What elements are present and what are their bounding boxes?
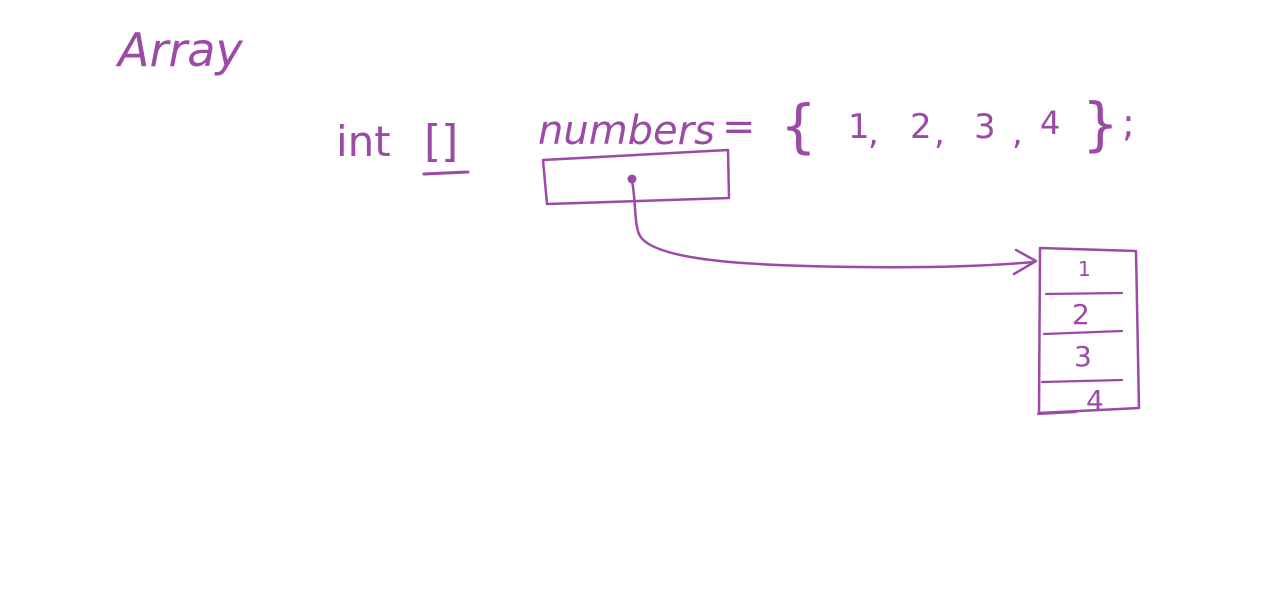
- close-brace: }: [1082, 90, 1119, 158]
- literal-value-4: 4: [1040, 104, 1060, 142]
- array-diagram: Array int [] numbers = { 1 , 2 , 3 , 4 }…: [115, 23, 1141, 417]
- array-cell-4: 4: [1086, 384, 1104, 417]
- heading-text: Array: [115, 23, 243, 77]
- cell-divider: [1040, 378, 1124, 384]
- semicolon: ;: [1122, 101, 1135, 145]
- open-brace: {: [780, 92, 817, 160]
- array-cell-2: 2: [1072, 298, 1090, 331]
- brackets-underline: [422, 170, 470, 176]
- assign-operator: =: [722, 104, 756, 150]
- array-brackets: []: [424, 116, 458, 167]
- literal-value-2: 2: [910, 107, 932, 147]
- variable-name: numbers: [538, 108, 715, 154]
- literal-value-3: 3: [974, 107, 996, 147]
- type-keyword: int: [336, 117, 391, 166]
- pointer-arrow: [630, 179, 1036, 269]
- comma-1: ,: [868, 113, 879, 153]
- whiteboard-canvas: Array int [] numbers = { 1 , 2 , 3 , 4 }…: [0, 0, 1268, 590]
- comma-3: ,: [1012, 113, 1023, 153]
- cell-divider: [1044, 291, 1124, 296]
- array-cell-1: 1: [1078, 257, 1091, 281]
- comma-2: ,: [934, 113, 945, 153]
- literal-value-1: 1: [848, 107, 870, 147]
- cell-divider: [1042, 329, 1124, 336]
- array-cell-3: 3: [1074, 340, 1092, 373]
